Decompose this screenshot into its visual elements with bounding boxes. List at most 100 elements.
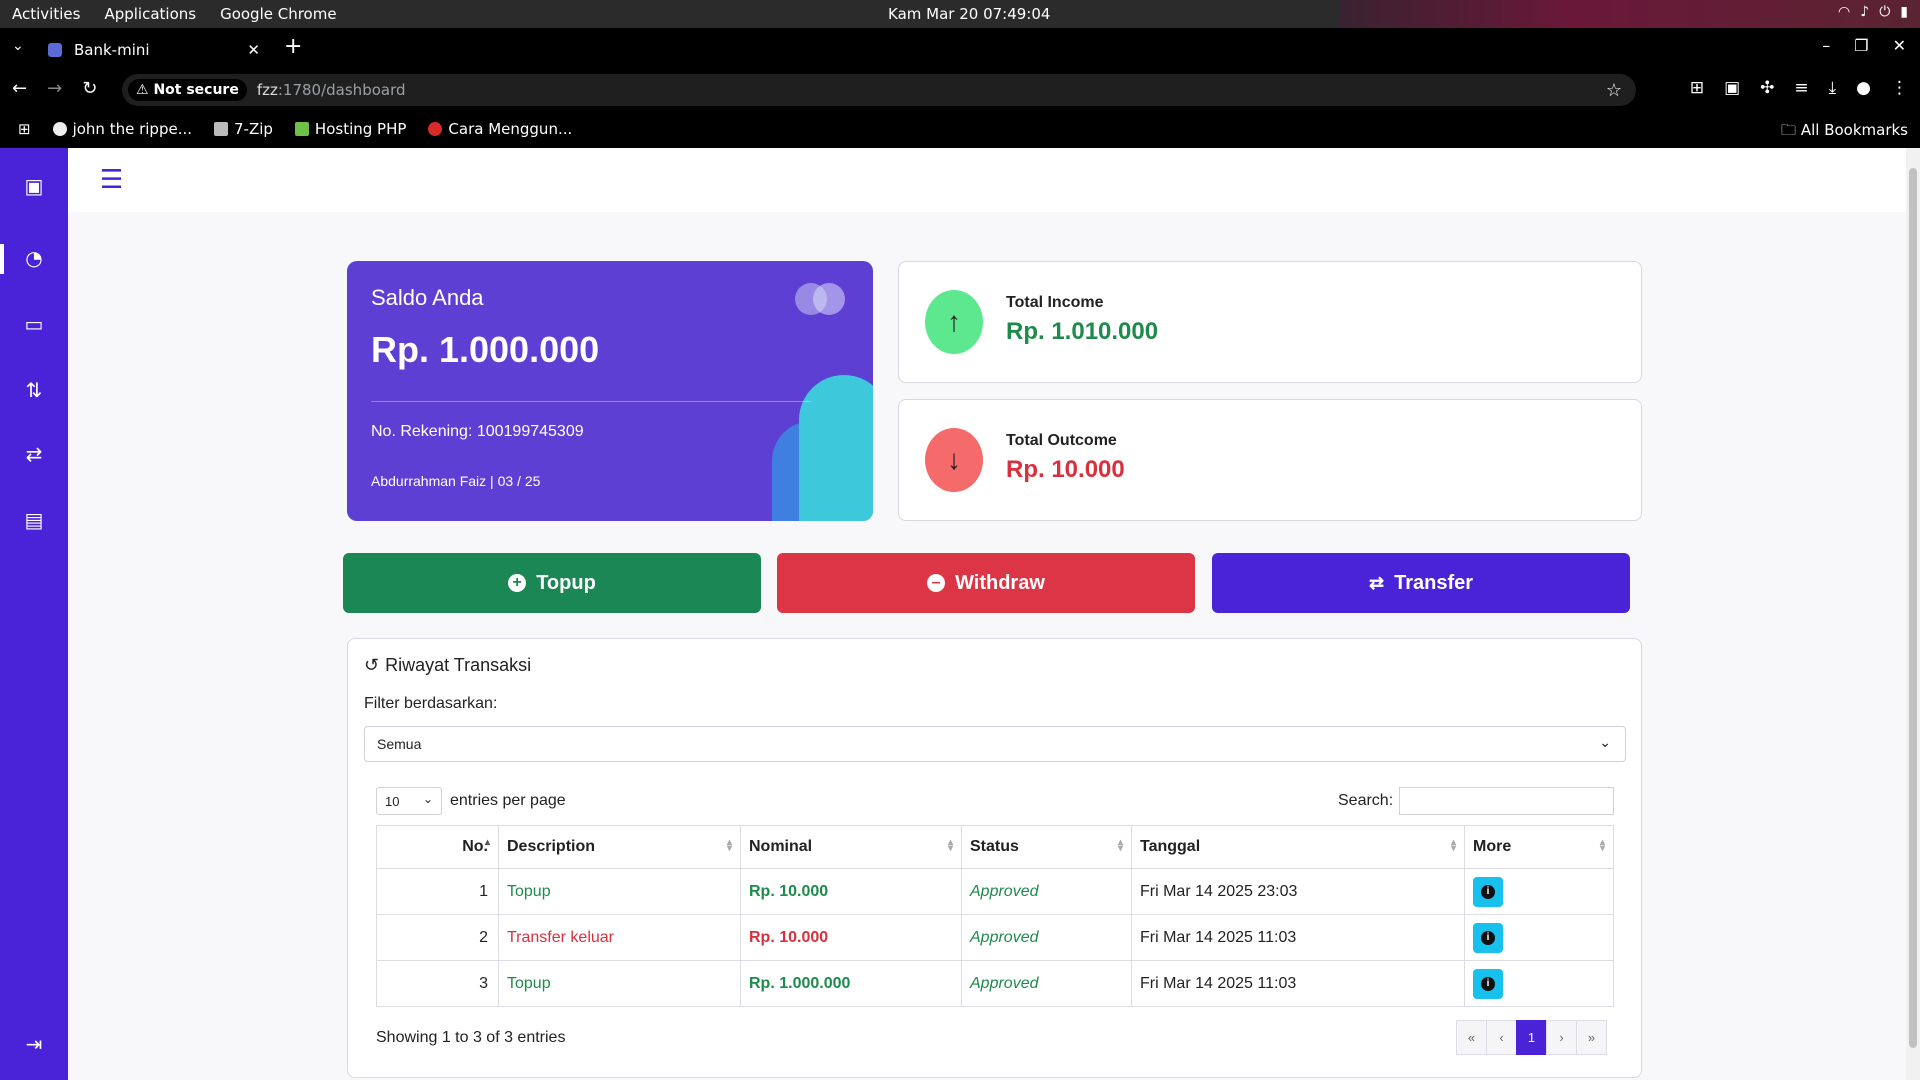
bookmark-star-icon[interactable]: ☆	[1606, 80, 1622, 101]
hamburger-menu-icon[interactable]: ☰	[100, 167, 123, 193]
outcome-card: ↓ Total Outcome Rp. 10.000	[898, 399, 1642, 521]
income-card: ↑ Total Income Rp. 1.010.000	[898, 261, 1642, 383]
cell-more: i	[1464, 960, 1614, 1007]
prev-page-button[interactable]: ‹	[1486, 1020, 1517, 1055]
cell-date: Fri Mar 14 2025 11:03	[1131, 960, 1465, 1007]
transfer-icon[interactable]: ⇄	[22, 442, 46, 466]
not-secure-chip[interactable]: ⚠ Not secure	[128, 79, 247, 101]
forward-icon[interactable]: →	[47, 78, 62, 99]
dashboard-icon[interactable]: ◔	[22, 246, 46, 270]
column-header-tanggal[interactable]: Tanggal ▴ ▾	[1131, 825, 1465, 869]
pagination: « ‹ 1 › »	[1456, 1020, 1607, 1055]
page-scrollbar[interactable]	[1906, 148, 1920, 1080]
logout-icon[interactable]: ⇥	[22, 1032, 46, 1056]
info-icon: i	[1481, 884, 1495, 899]
cell-nominal: Rp. 10.000	[740, 868, 962, 915]
translate-icon[interactable]: ⊞	[1690, 78, 1704, 98]
profile-avatar[interactable]: ●	[1856, 78, 1871, 98]
puzzle-icon[interactable]: ✣	[1760, 78, 1774, 98]
bookmark-item[interactable]: 7-Zip	[214, 120, 273, 138]
applications-menu[interactable]: Applications	[104, 5, 196, 23]
money-icon[interactable]: ▭	[22, 312, 46, 336]
last-page-button[interactable]: »	[1576, 1020, 1607, 1055]
power-icon[interactable]: ⏻	[1879, 4, 1890, 20]
minimize-icon[interactable]: –	[1822, 36, 1830, 55]
column-header-nominal[interactable]: Nominal ▴ ▾	[740, 825, 962, 869]
tab-title: Bank-mini	[74, 41, 150, 59]
transactions-table: No. ▴ Description ▴ ▾ Nominal ▴ ▾ Status ▴ ▾ Ta…	[376, 825, 1614, 1007]
outcome-value: Rp. 10.000	[1006, 456, 1125, 483]
bookmarks-bar: ⊞ john the rippe... 7-Zip Hosting PHP Ca…	[0, 112, 1920, 148]
withdraw-button[interactable]: – Withdraw	[777, 553, 1195, 613]
account-number: No. Rekening: 100199745309	[371, 423, 584, 440]
reload-icon[interactable]: ↻	[82, 78, 97, 99]
window-close-icon[interactable]: ✕	[1893, 36, 1906, 55]
apps-grid-icon[interactable]: ⊞	[18, 120, 31, 138]
page-1-button[interactable]: 1	[1516, 1020, 1547, 1055]
chevron-down-icon: ⌄	[1599, 734, 1611, 750]
balance-title: Saldo Anda	[371, 285, 484, 310]
first-page-button[interactable]: «	[1456, 1020, 1487, 1055]
cell-no: 3	[376, 960, 499, 1007]
wifi-icon[interactable]: ◠	[1838, 4, 1850, 20]
volume-icon[interactable]: ♪	[1860, 4, 1869, 20]
info-button[interactable]: i	[1473, 922, 1503, 953]
chevron-down-icon: ⌄	[422, 792, 433, 806]
column-header-description[interactable]: Description ▴ ▾	[498, 825, 741, 869]
new-tab-button[interactable]: +	[284, 34, 302, 59]
os-top-bar: Activities Applications Google Chrome Ka…	[0, 0, 1920, 28]
back-icon[interactable]: ←	[12, 78, 27, 99]
clock[interactable]: Kam Mar 20 07:49:04	[888, 5, 1050, 23]
topup-button[interactable]: + Topup	[343, 553, 761, 613]
showing-entries-text: Showing 1 to 3 of 3 entries	[376, 1029, 566, 1046]
entries-per-page-select[interactable]: 10 ⌄	[376, 787, 442, 815]
transaction-history-card: ↺ Riwayat Transaksi Filter berdasarkan: …	[347, 638, 1642, 1078]
active-app-label[interactable]: Google Chrome	[220, 5, 337, 23]
income-label: Total Income	[1006, 294, 1104, 311]
column-header-status[interactable]: Status ▴ ▾	[961, 825, 1132, 869]
table-row: 2 Transfer keluar Rp. 10.000 Approved Fr…	[376, 914, 1614, 961]
tab-search-icon[interactable]: ⌄	[12, 38, 24, 54]
cell-status: Approved	[961, 914, 1132, 961]
download-icon[interactable]: ⤓	[1829, 78, 1837, 98]
bookmark-item[interactable]: Hosting PHP	[294, 120, 406, 138]
balance-amount: Rp. 1.000.000	[371, 329, 600, 370]
history-icon: ↺	[364, 655, 380, 675]
wallpaper-strip	[1340, 0, 1920, 28]
next-page-button[interactable]: ›	[1546, 1020, 1577, 1055]
tab-bank-mini[interactable]: Bank-mini ✕	[36, 32, 272, 68]
income-value: Rp. 1.010.000	[1006, 318, 1159, 345]
filter-select[interactable]: Semua ⌄	[364, 726, 1626, 762]
search-input[interactable]	[1399, 787, 1614, 815]
cell-description: Transfer keluar	[498, 914, 741, 961]
all-bookmarks-button[interactable]: 🗀 All Bookmarks	[1781, 120, 1908, 145]
bookmark-item[interactable]: Cara Menggun...	[428, 120, 572, 138]
column-header-no[interactable]: No. ▴	[376, 825, 499, 869]
menu-icon[interactable]: ⋮	[1891, 78, 1908, 98]
tab-close-icon[interactable]: ✕	[247, 41, 260, 59]
battery-icon[interactable]: ▮	[1900, 4, 1908, 20]
profile-card-icon[interactable]: ▤	[22, 508, 46, 532]
media-icon[interactable]: ≡	[1794, 78, 1808, 98]
url-text[interactable]: fzz:1780/dashboard	[257, 81, 406, 99]
bookmark-item[interactable]: john the rippe...	[52, 120, 192, 138]
money-transfer-icon: ⇄	[1368, 572, 1385, 593]
address-bar[interactable]: ⚠ Not secure fzz:1780/dashboard ☆	[122, 74, 1636, 106]
extension-icon[interactable]: ▣	[1724, 78, 1740, 98]
maximize-icon[interactable]: ❐	[1854, 36, 1868, 55]
cell-date: Fri Mar 14 2025 11:03	[1131, 914, 1465, 961]
cell-no: 1	[376, 868, 499, 915]
divider	[371, 401, 811, 402]
cell-nominal: Rp. 1.000.000	[740, 960, 962, 1007]
activities-button[interactable]: Activities	[12, 5, 80, 23]
transaction-icon[interactable]: ⇅	[22, 378, 46, 402]
search-label: Search:	[1338, 792, 1394, 809]
info-button[interactable]: i	[1473, 876, 1503, 907]
info-button[interactable]: i	[1473, 968, 1503, 999]
table-header-row: No. ▴ Description ▴ ▾ Nominal ▴ ▾ Status ▴ ▾ Ta…	[376, 825, 1614, 869]
entries-per-page-label: entries per page	[450, 792, 566, 809]
logo-icon[interactable]: ▣	[22, 174, 46, 198]
transfer-button[interactable]: ⇄ Transfer	[1212, 553, 1630, 613]
column-header-more[interactable]: More ▴ ▾	[1464, 825, 1614, 869]
favicon-icon	[48, 43, 62, 57]
